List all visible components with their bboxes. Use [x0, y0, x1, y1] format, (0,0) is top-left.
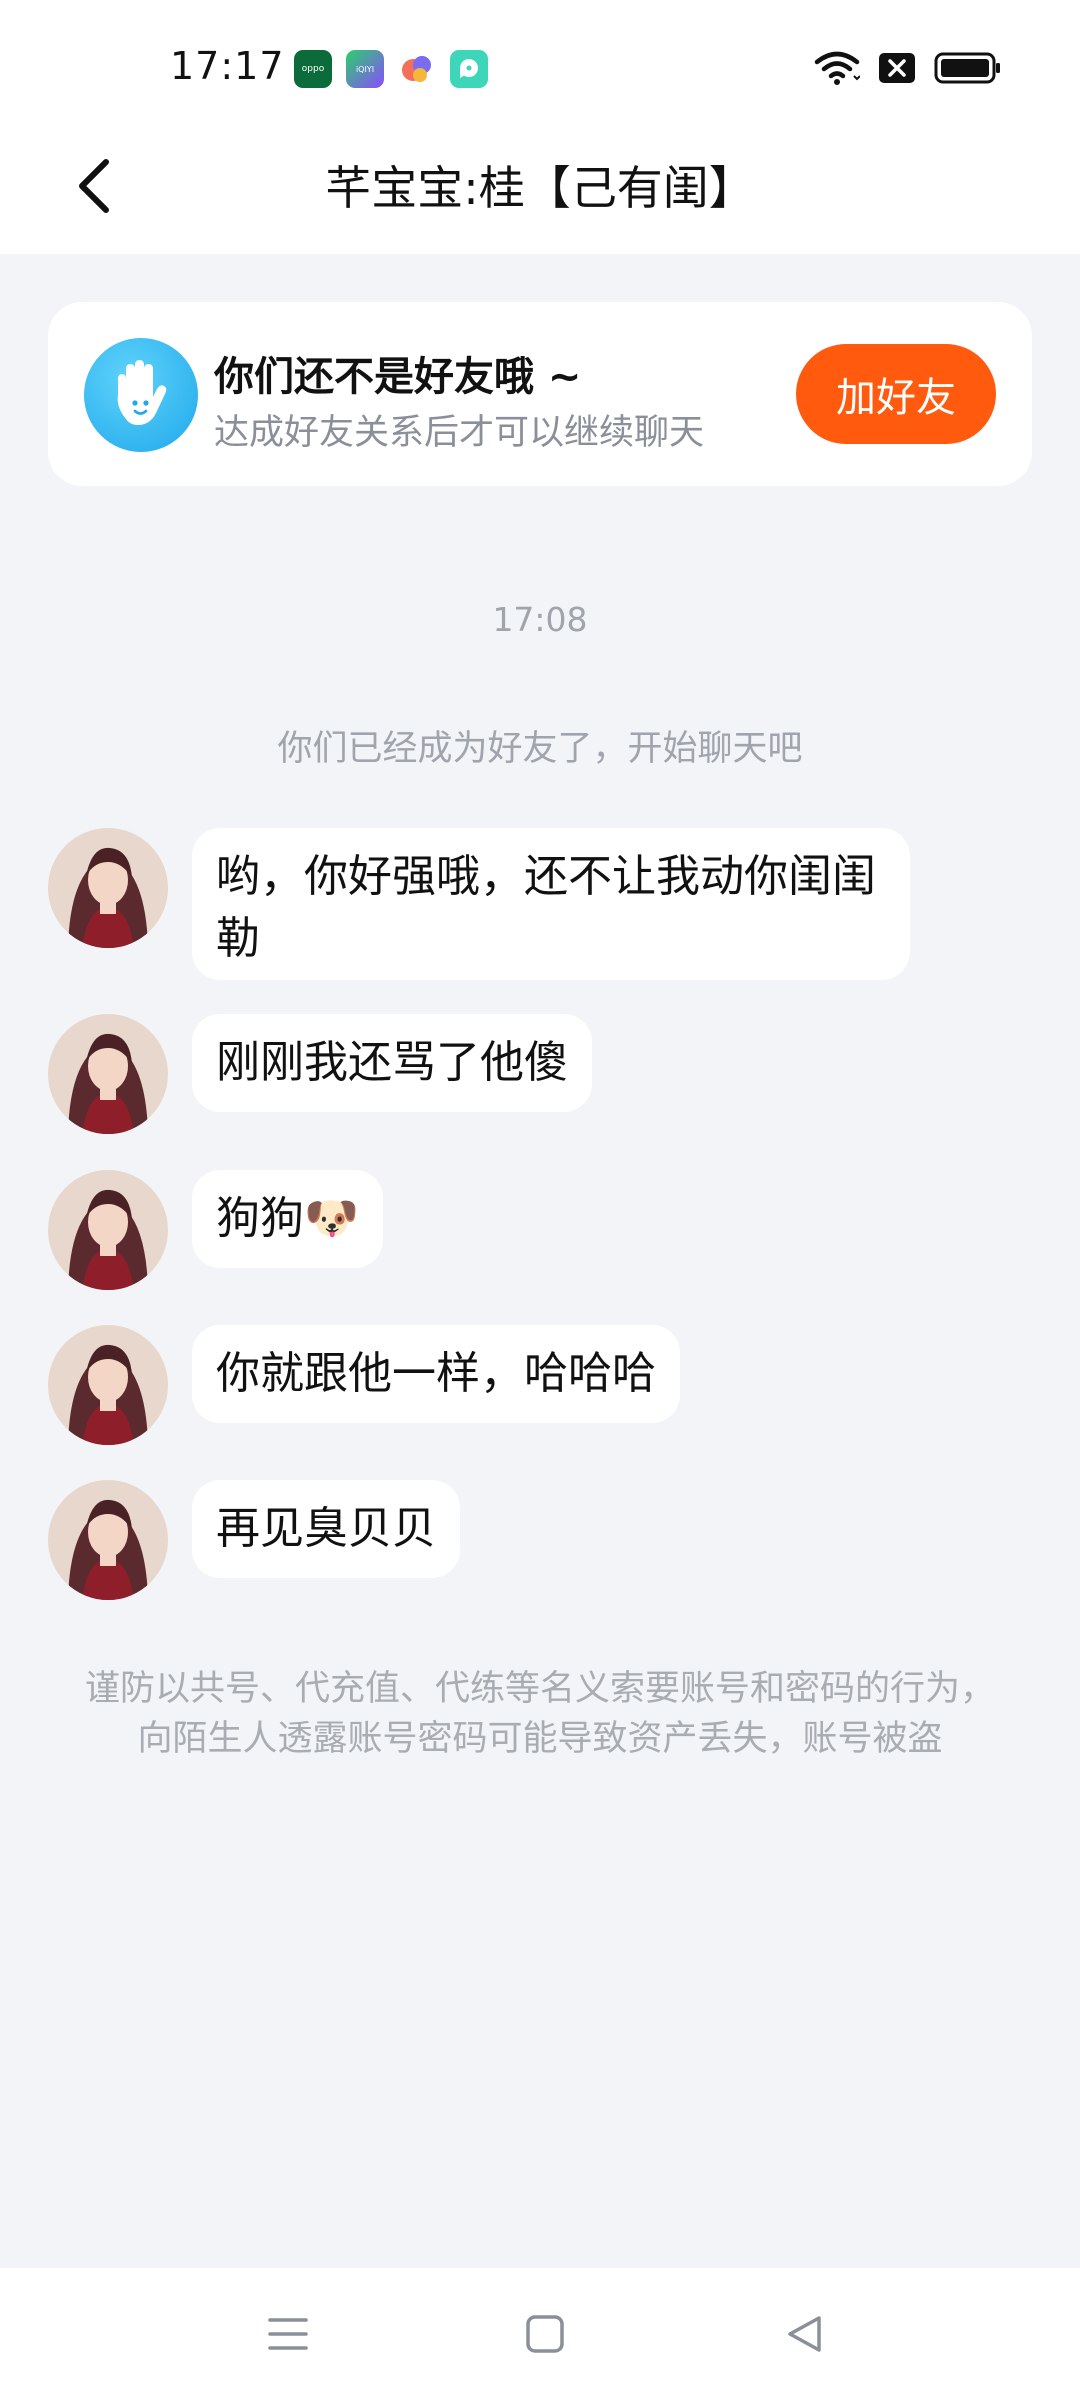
avatar[interactable] — [48, 1480, 168, 1600]
back-nav-button[interactable] — [776, 2306, 832, 2362]
message-bubble[interactable]: 刚刚我还骂了他傻 — [192, 1014, 592, 1112]
system-nav-bar — [0, 2268, 1080, 2400]
oppo-icon: oppo — [294, 50, 332, 88]
chat-header: 芊宝宝:桂【己有闺】 — [0, 120, 1080, 254]
oppo-icon-label: oppo — [301, 64, 325, 74]
avatar[interactable] — [48, 828, 168, 948]
waving-hand-icon — [84, 338, 198, 452]
back-triangle-icon — [788, 2316, 821, 2352]
bubble-app-icon — [398, 50, 436, 88]
card-subtitle: 达成好友关系后才可以继续聊天 — [214, 413, 705, 453]
iqiyi-icon-label: iQIYI — [355, 64, 375, 74]
iqiyi-icon: iQIYI — [346, 50, 384, 88]
battery-icon — [934, 52, 1002, 88]
message-bubble[interactable]: 狗狗🐶 — [192, 1170, 383, 1268]
home-button[interactable] — [517, 2306, 573, 2362]
menu-icon — [268, 2318, 308, 2350]
no-sim-icon — [878, 52, 916, 88]
system-message: 你们已经成为好友了，开始聊天吧 — [277, 729, 803, 769]
security-warning: 谨防以共号、代充值、代练等名义索要账号和密码的行为，向陌生人透露账号密码可能导致… — [84, 1669, 995, 1759]
not-friend-card: 你们还不是好友哦 ~ 达成好友关系后才可以继续聊天 加好友 — [48, 302, 1032, 486]
home-icon — [526, 2315, 564, 2353]
add-friend-button[interactable]: 加好友 — [796, 344, 996, 444]
avatar[interactable] — [48, 1014, 168, 1134]
avatar[interactable] — [48, 1325, 168, 1445]
status-time: 17:17 — [170, 44, 285, 88]
status-right — [814, 50, 1002, 90]
wifi-icon — [814, 50, 861, 90]
card-title: 你们还不是好友哦 ~ — [214, 354, 582, 400]
page-title: 芊宝宝:桂【己有闺】 — [325, 161, 755, 215]
chat-app-icon — [450, 50, 488, 88]
message-bubble[interactable]: 你就跟他一样，哈哈哈 — [192, 1325, 680, 1423]
status-bar: 17:17 oppo iQIYI — [0, 0, 1080, 120]
message-bubble[interactable]: 哟，你好强哦，还不让我动你闺闺勒 — [192, 828, 910, 980]
message-timestamp: 17:08 — [492, 600, 588, 639]
menu-button[interactable] — [260, 2306, 316, 2362]
avatar[interactable] — [48, 1170, 168, 1290]
message-bubble[interactable]: 再见臭贝贝 — [192, 1480, 460, 1578]
